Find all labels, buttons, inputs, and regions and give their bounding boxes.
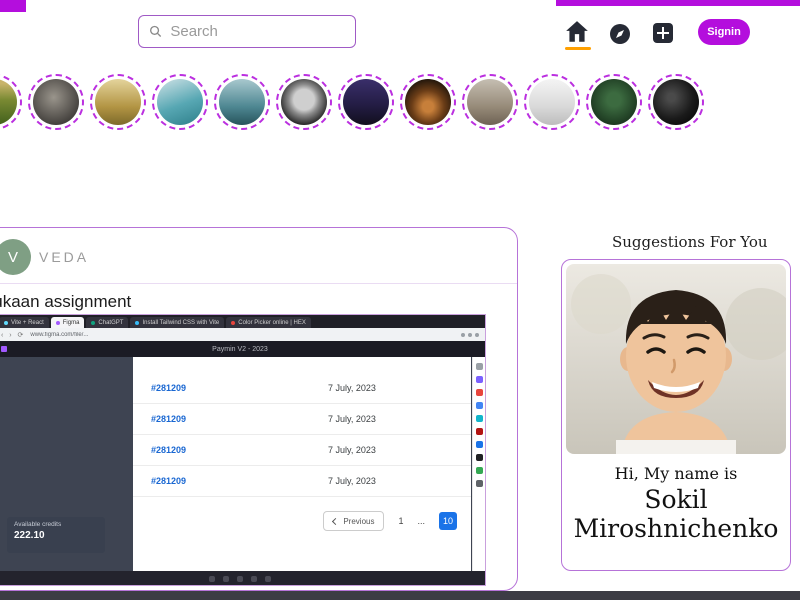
- browser-url: www.figma.com/file/...: [30, 331, 89, 338]
- post-image[interactable]: Vite + React Figma ChatGPT Install Tailw…: [0, 314, 486, 586]
- story-avatar[interactable]: [90, 74, 146, 130]
- suggestion-photo[interactable]: [566, 264, 786, 454]
- story-avatar[interactable]: [0, 74, 22, 130]
- browser-address-bar: ‹ › ⟳ www.figma.com/file/...: [0, 328, 485, 341]
- bottom-bar: [0, 591, 800, 600]
- table-row: #281209 7 July, 2023: [133, 373, 471, 404]
- browser-tab-active: Figma: [50, 317, 85, 328]
- active-page-number: 10: [439, 512, 457, 530]
- home-icon[interactable]: [564, 20, 592, 50]
- order-date: 7 July, 2023: [328, 476, 376, 486]
- suggestion-card: Hi, My name is Sokil Miroshnichenko: [561, 259, 791, 571]
- previous-page-button: Previous: [323, 511, 385, 531]
- post-caption: Dukaan assignment: [0, 292, 132, 311]
- suggestions-title: Suggestions For You: [612, 233, 768, 251]
- search-input[interactable]: [170, 23, 345, 40]
- available-credits-box: Available credits 222.10: [7, 517, 105, 553]
- browser-extension-icons: [461, 332, 479, 337]
- browser-tab: Vite + React: [0, 317, 49, 328]
- chevron-left-icon: [332, 517, 340, 525]
- browser-tab: Color Picker online | HEX: [226, 317, 311, 328]
- story-avatar[interactable]: [462, 74, 518, 130]
- table-row: #281209 7 July, 2023: [133, 404, 471, 435]
- tab-favicon: [135, 320, 140, 325]
- signin-button[interactable]: Signin: [698, 19, 750, 45]
- order-date: 7 July, 2023: [328, 383, 376, 393]
- order-id-link: #281209: [151, 383, 187, 393]
- pagination: Previous 1 ... 10: [133, 511, 471, 531]
- story-avatar[interactable]: [338, 74, 394, 130]
- story-avatar[interactable]: [648, 74, 704, 130]
- browser-tab: Install Tailwind CSS with Vite: [130, 317, 225, 328]
- orders-table-panel: #281209 7 July, 2023 #281209 7 July, 202…: [133, 357, 471, 571]
- story-avatar[interactable]: [28, 74, 84, 130]
- order-date: 7 July, 2023: [328, 445, 376, 455]
- suggestion-greeting: Hi, My name is: [614, 464, 738, 483]
- order-date: 7 July, 2023: [328, 414, 376, 424]
- story-avatar[interactable]: [524, 74, 580, 130]
- table-row: #281209 7 July, 2023: [133, 435, 471, 466]
- figma-logo-icon: [1, 346, 7, 352]
- suggestion-first-name: Sokil: [644, 485, 708, 514]
- post-avatar[interactable]: V: [0, 239, 31, 275]
- story-avatar[interactable]: [586, 74, 642, 130]
- explore-icon[interactable]: [609, 23, 631, 45]
- suggestion-last-name: Miroshnichenko: [573, 514, 779, 543]
- story-avatar[interactable]: [400, 74, 456, 130]
- search-icon: [150, 25, 162, 37]
- table-row: #281209 7 July, 2023: [133, 466, 471, 497]
- order-id-link: #281209: [151, 476, 187, 486]
- page-number: 1: [398, 516, 404, 526]
- figma-canvas: Available credits 222.10 #281209 7 July,…: [0, 357, 485, 571]
- credits-label: Available credits: [14, 521, 62, 528]
- search-box: [138, 15, 356, 48]
- figma-toolbar-icons: [472, 357, 485, 571]
- story-avatar[interactable]: [214, 74, 270, 130]
- browser-tab-strip: Vite + React Figma ChatGPT Install Tailw…: [0, 315, 485, 328]
- app-screen: Signin V VEDA Dukaan assignment Vite + R…: [0, 0, 800, 600]
- stories-row: [0, 74, 704, 130]
- tab-favicon: [55, 320, 60, 325]
- credits-value: 222.10: [14, 530, 45, 541]
- figma-title-bar: Paymin V2 - 2023: [0, 341, 485, 357]
- story-avatar[interactable]: [152, 74, 208, 130]
- story-avatar[interactable]: [276, 74, 332, 130]
- tab-favicon: [231, 320, 236, 325]
- post-card: V VEDA Dukaan assignment Vite + React Fi…: [0, 227, 518, 591]
- figma-file-title: Paymin V2 - 2023: [212, 345, 268, 353]
- browser-nav-icons: ‹ › ⟳: [1, 331, 26, 339]
- tab-favicon: [4, 320, 8, 325]
- order-id-link: #281209: [151, 445, 187, 455]
- post-header: V VEDA: [0, 228, 517, 284]
- home-active-indicator: [565, 47, 591, 50]
- pagination-ellipsis: ...: [417, 516, 425, 526]
- browser-tab: ChatGPT: [86, 317, 129, 328]
- post-username[interactable]: VEDA: [39, 249, 89, 265]
- top-right-accent: [556, 0, 800, 6]
- create-post-icon[interactable]: [653, 23, 673, 43]
- tab-favicon: [91, 320, 96, 325]
- top-left-accent: [0, 0, 26, 12]
- order-id-link: #281209: [151, 414, 187, 424]
- taskbar: [0, 571, 485, 585]
